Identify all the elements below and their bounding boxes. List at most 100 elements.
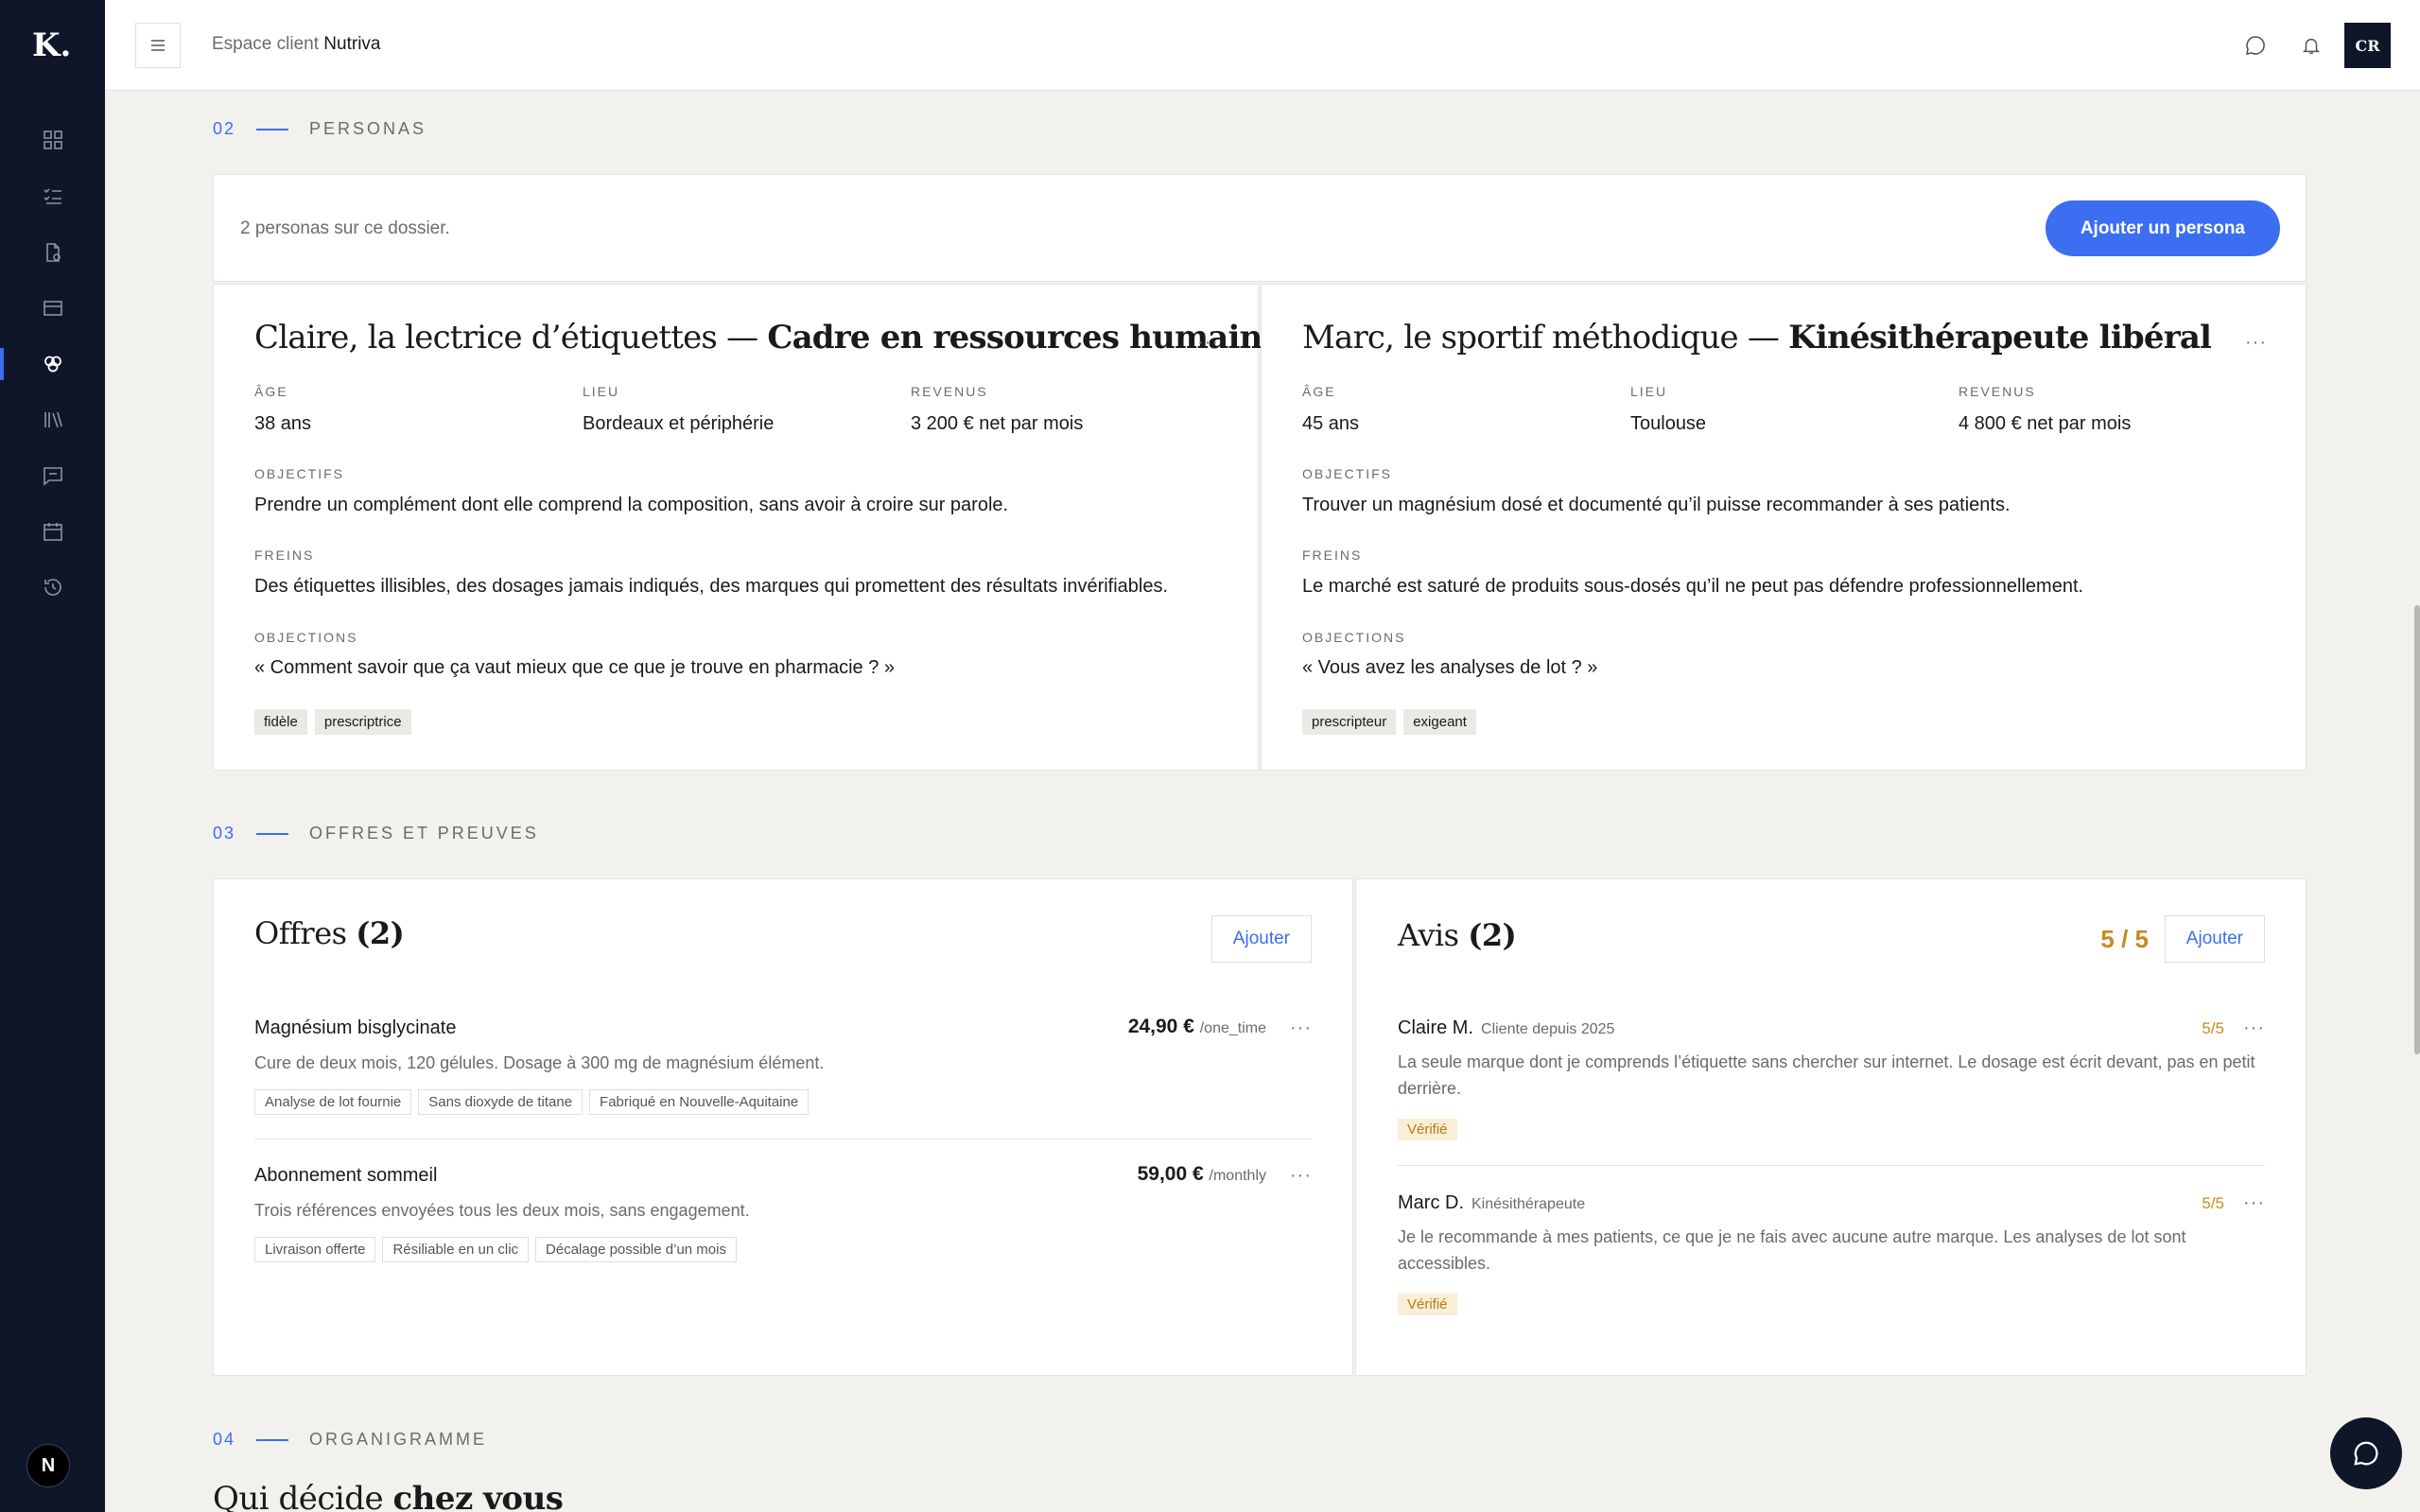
age-value: 38 ans [254, 413, 312, 434]
add-avis-button[interactable]: Ajouter [2164, 915, 2265, 963]
age-label: ÂGE [254, 384, 288, 399]
sidebar-item-documents[interactable] [0, 225, 105, 280]
bell-icon [2302, 38, 2321, 54]
persona-card: Marc, le sportif méthodique — Kinésithér… [1261, 284, 2307, 771]
avis-card: Avis (2) 5 / 5 Ajouter Claire M. Cliente … [1355, 878, 2307, 1376]
section-rule [256, 832, 289, 835]
user-avatar[interactable]: CR [2344, 23, 2391, 68]
checklist-icon [43, 188, 61, 204]
breadcrumb-prefix: Espace client [212, 34, 320, 54]
age-value: 45 ans [1302, 413, 1360, 434]
add-offre-button[interactable]: Ajouter [1210, 915, 1312, 963]
sidebar-item-calendar[interactable] [0, 504, 105, 559]
avis-count: (2) [1468, 917, 1517, 953]
revenus-label: REVENUS [911, 384, 988, 399]
offer-period: /monthly [1209, 1168, 1266, 1184]
persona-menu-button[interactable]: ··· [2245, 332, 2267, 354]
persona-card: Claire, la lectrice d’étiquettes — Cadre… [213, 284, 1299, 771]
review-author-name: Claire M. [1398, 1017, 1474, 1038]
avis-title: Avis (2) [1398, 917, 1517, 953]
offer-tag: Sans dioxyde de titane [418, 1089, 583, 1115]
offer-name: Abonnement sommeil [254, 1165, 438, 1186]
document-icon [45, 243, 61, 262]
revenus-value: 4 800 € net par mois [1959, 413, 2132, 434]
review-score: 5/5 [2202, 1194, 2224, 1212]
sidebar-item-tasks[interactable] [0, 168, 105, 223]
offres-count: (2) [356, 915, 405, 951]
sidebar-item-dashboard[interactable] [0, 113, 105, 167]
offer-tags: Analyse de lot fournie Sans dioxyde de ti… [254, 1089, 815, 1115]
offer-tag: Résiliable en un clic [382, 1237, 530, 1262]
review-text: La seule marque dont je comprends l’étiq… [1398, 1052, 2255, 1098]
workspace-badge[interactable]: N [26, 1444, 70, 1487]
section-rule [256, 1438, 289, 1441]
offer-menu-button[interactable]: ··· [1290, 1017, 1312, 1039]
persona-tag: prescriptrice [314, 709, 411, 735]
verified-badge: Vérifié [1398, 1294, 1457, 1315]
offer-amount: 24,90 € [1127, 1016, 1194, 1037]
organigramme-heading: Qui décide chez vous [213, 1480, 564, 1512]
offer-tag: Fabriqué en Nouvelle-Aquitaine [589, 1089, 810, 1115]
history-icon [44, 579, 61, 596]
persona-name: Marc, le sportif méthodique — [1302, 319, 1789, 356]
freins-value: Des étiquettes illisibles, des dosages j… [254, 576, 1169, 597]
menu-toggle-button[interactable] [135, 23, 181, 68]
review-author-role: Kinésithérapeute [1471, 1196, 1586, 1212]
page-scrollbar[interactable] [2414, 605, 2420, 1054]
objectifs-value: Prendre un complément dont elle comprend… [254, 495, 1009, 515]
review-author: Marc D. Kinésithérapeute [1398, 1192, 1585, 1214]
revenus-label: REVENUS [1959, 384, 2036, 399]
personas-count: 2 personas sur ce dossier. [240, 218, 450, 238]
sidebar-item-billing[interactable] [0, 281, 105, 336]
card-icon [43, 301, 62, 316]
freins-value: Le marché est saturé de produits sous-do… [1302, 576, 2084, 597]
breadcrumb: Espace client Nutriva [212, 34, 380, 55]
offres-title-text: Offres [254, 915, 357, 951]
sidebar-item-messages[interactable] [0, 448, 105, 503]
chat-bubble-icon [2245, 36, 2265, 56]
revenus-value: 3 200 € net par mois [911, 413, 1084, 434]
section-rule [256, 128, 289, 130]
objections-label: OBJECTIONS [254, 630, 358, 645]
objections-value: « Vous avez les analyses de lot ? » [1302, 657, 1598, 678]
review-menu-button[interactable]: ··· [2243, 1192, 2265, 1214]
review-author-role: Cliente depuis 2025 [1481, 1021, 1615, 1037]
age-label: ÂGE [1302, 384, 1336, 399]
section-heading-organigramme: 04 ORGANIGRAMME [213, 1430, 487, 1450]
persona-menu-button[interactable]: ··· [1197, 332, 1219, 354]
persona-name: Claire, la lectrice d’étiquettes — [254, 319, 768, 356]
offer-tag: Décalage possible d’un mois [535, 1237, 737, 1262]
chat-button[interactable] [2240, 30, 2271, 61]
section-number: 04 [213, 1430, 236, 1449]
personas-toolbar: 2 personas sur ce dossier. Ajouter un pe… [213, 174, 2307, 282]
offer-menu-button[interactable]: ··· [1290, 1165, 1312, 1187]
library-icon [44, 411, 62, 428]
sidebar-item-personas[interactable] [0, 337, 105, 391]
lieu-value: Toulouse [1630, 413, 1707, 434]
personas-icon [44, 356, 61, 373]
persona-title: Claire, la lectrice d’étiquettes — Cadre… [254, 319, 1299, 356]
breadcrumb-client[interactable]: Nutriva [323, 34, 380, 54]
chat-fab-button[interactable] [2330, 1417, 2402, 1489]
top-header: Espace client Nutriva CR [105, 0, 2420, 91]
avis-average-score: 5 / 5 [2100, 925, 2149, 953]
persona-title: Marc, le sportif méthodique — Kinésithér… [1302, 319, 2212, 356]
logo[interactable]: K. [32, 26, 71, 64]
add-persona-button[interactable]: Ajouter un persona [2045, 200, 2280, 256]
section-number: 03 [213, 824, 236, 843]
sidebar-item-history[interactable] [0, 560, 105, 615]
lieu-value: Bordeaux et périphérie [583, 413, 775, 434]
section-heading-offres: 03 OFFRES ET PREUVES [213, 824, 539, 843]
offer-description: Trois références envoyées tous les deux … [254, 1201, 750, 1220]
review-menu-button[interactable]: ··· [2243, 1017, 2265, 1039]
verified-badge: Vérifié [1398, 1119, 1457, 1140]
offer-tags: Livraison offerte Résiliable en un clic Dé… [254, 1237, 743, 1262]
section-number: 02 [213, 119, 236, 138]
organigramme-heading-bold: chez vous [392, 1480, 564, 1512]
notifications-button[interactable] [2296, 30, 2326, 61]
sidebar-item-library[interactable] [0, 392, 105, 447]
persona-tag: fidèle [254, 709, 307, 735]
review-text: Je le recommande à mes patients, ce que … [1398, 1227, 2186, 1273]
section-title: OFFRES ET PREUVES [309, 824, 539, 843]
review-author: Claire M. Cliente depuis 2025 [1398, 1017, 1614, 1039]
